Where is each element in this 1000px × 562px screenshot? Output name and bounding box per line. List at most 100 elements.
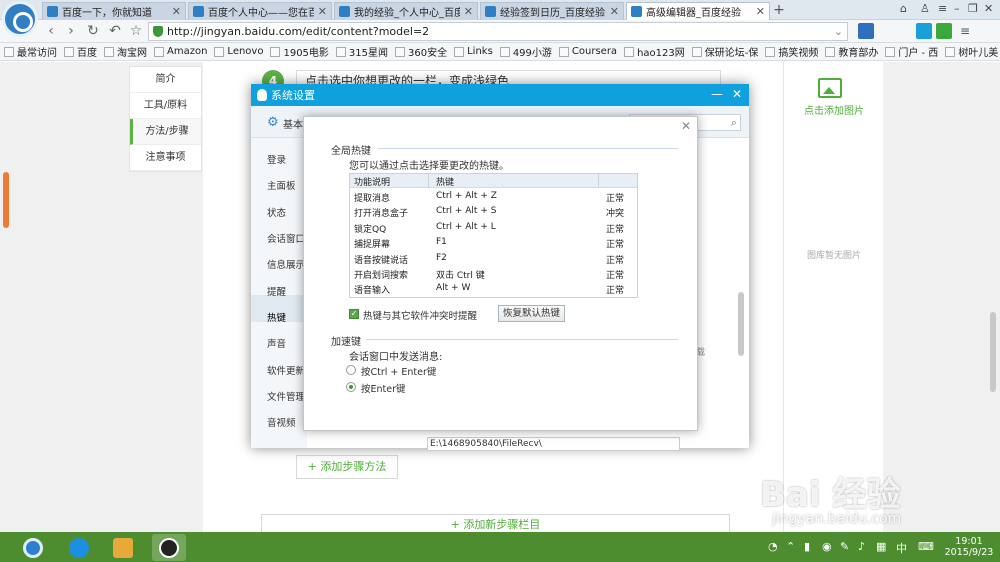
url-text[interactable]: http://jingyan.baidu.com/edit/content?mo… [167, 25, 830, 38]
hotkey-row[interactable]: 打开消息盒子 Ctrl + Alt + S 冲突 [350, 205, 637, 220]
taskbar-item-start[interactable] [16, 534, 50, 561]
radio-ctrl-enter[interactable] [346, 365, 356, 375]
bookmark-item[interactable]: 淘宝网 [104, 44, 147, 59]
qq-settings-scrollbar[interactable] [738, 292, 744, 356]
bookmark-item[interactable]: 保研论坛-保 [691, 44, 758, 59]
hotkey-row[interactable]: 开启划词搜索 双击 Ctrl 键 正常 [350, 267, 637, 282]
close-icon[interactable]: ✕ [681, 119, 691, 133]
tab-my-experience[interactable]: 我的经验_个人中心_百度经验 ✕ [334, 2, 478, 20]
coursera-icon [558, 46, 569, 57]
close-icon[interactable]: ✕ [756, 5, 765, 18]
sidebar-item-login[interactable]: 登录 [267, 152, 286, 166]
sidebar-item-info-display[interactable]: 信息展示 [267, 257, 305, 271]
bookmark-item[interactable]: Amazon [154, 46, 207, 57]
bookmark-item[interactable]: 搞笑视频 [765, 44, 818, 59]
left-scroll-indicator[interactable] [3, 172, 9, 228]
minimize-icon[interactable]: – [954, 2, 960, 15]
close-icon[interactable]: ✕ [464, 5, 473, 18]
browser-logo-icon[interactable] [2, 1, 38, 37]
bookmark-item[interactable]: 门户 - 西 [885, 44, 938, 59]
search-engine-icon[interactable] [858, 23, 874, 39]
hotkey-row[interactable]: 提取消息 Ctrl + Alt + Z 正常 [350, 190, 637, 205]
nav-intro[interactable]: 简介 [130, 67, 201, 93]
tab-baidu[interactable]: 百度一下，你就知道 ✕ [42, 2, 186, 20]
conflict-alert-checkbox[interactable]: ✓ [349, 309, 359, 319]
pen-icon[interactable]: ✎ [840, 540, 849, 553]
address-bar[interactable]: http://jingyan.baidu.com/edit/content?mo… [148, 22, 848, 41]
close-icon[interactable]: ✕ [318, 5, 327, 18]
add-step-method-button[interactable]: + 添加步骤方法 [296, 455, 398, 479]
bookmark-item[interactable]: Lenovo [214, 46, 263, 57]
bookmark-item[interactable]: 百度 [64, 44, 97, 59]
taskbar-item-browser[interactable] [62, 534, 96, 561]
wifi-icon[interactable]: ◔ [768, 540, 778, 553]
restore-icon[interactable]: ❐ [968, 2, 978, 15]
battery-icon[interactable]: ▮ [804, 540, 810, 553]
taskbar-clock[interactable]: 19:01 2015/9/23 [944, 536, 994, 558]
restore-tab-icon[interactable]: ↶ [106, 22, 124, 40]
basic-settings-tab[interactable]: 基本 [283, 116, 303, 131]
nav-steps[interactable]: 方法/步骤 [130, 119, 201, 145]
bookmark-item[interactable]: 最常访问 [4, 44, 57, 59]
home-icon[interactable]: ⌂ [900, 2, 907, 15]
minimize-icon[interactable]: — [711, 87, 723, 101]
hotkey-row[interactable]: 语音输入 Alt + W 正常 [350, 282, 637, 297]
forward-arrow-icon[interactable]: › [62, 22, 80, 40]
share-icon[interactable] [916, 23, 932, 39]
tray-expand-icon[interactable]: ⌃ [786, 540, 795, 553]
nav-tools[interactable]: 工具/原料 [130, 93, 201, 119]
keyboard-icon[interactable]: ⌨ [918, 540, 934, 553]
security-icon[interactable]: ◉ [822, 540, 832, 553]
menu-icon[interactable]: ≡ [938, 2, 947, 15]
bookmark-item[interactable]: 树叶儿美 [945, 44, 998, 59]
new-tab-button[interactable]: + [770, 3, 788, 19]
sidebar-item-hotkey[interactable]: 热键 [267, 310, 286, 324]
radio-enter[interactable] [346, 382, 356, 392]
star-icon[interactable]: ☆ [127, 22, 145, 40]
hotkey-row[interactable]: 语音按键说话 F2 正常 [350, 252, 637, 267]
page-scrollbar[interactable] [990, 312, 996, 392]
add-image-icon[interactable] [818, 78, 842, 98]
close-icon[interactable]: ✕ [610, 5, 619, 18]
refresh-icon[interactable]: ↻ [84, 22, 102, 40]
tab-personal-center[interactable]: 百度个人中心——您在百度 ✕ [188, 2, 332, 20]
tab-advanced-editor[interactable]: 高级编辑器_百度经验 ✕ [626, 2, 770, 20]
sidebar-item-file-management[interactable]: 文件管理 [267, 389, 305, 403]
taskbar-item-files[interactable] [106, 534, 140, 561]
sidebar-item-main-panel[interactable]: 主面板 [267, 178, 296, 192]
sidebar-item-software-update[interactable]: 软件更新 [267, 363, 305, 377]
close-icon[interactable]: ✕ [732, 87, 742, 101]
network-icon[interactable]: ▦ [876, 540, 886, 553]
bookmark-item[interactable]: Links [454, 46, 493, 57]
restore-default-hotkeys-button[interactable]: 恢复默认热键 [498, 305, 565, 322]
bookmark-item[interactable]: Coursera [558, 46, 617, 57]
bookmark-item[interactable]: 教育部办 [825, 44, 878, 59]
search-icon[interactable]: ⌕ [731, 116, 737, 130]
hotkey-row[interactable]: 锁定QQ Ctrl + Alt + L 正常 [350, 221, 637, 236]
extension-icon[interactable] [936, 23, 952, 39]
sidebar-item-sound[interactable]: 声音 [267, 336, 286, 350]
user-icon[interactable]: ♙ [920, 2, 930, 15]
bookmark-item[interactable]: 499小游 [499, 44, 552, 59]
sidebar-item-reminder[interactable]: 提醒 [267, 284, 286, 298]
sidebar-item-audio-video[interactable]: 音视频 [267, 415, 296, 429]
bookmark-item[interactable]: 1905电影 [270, 44, 329, 59]
close-icon[interactable]: ✕ [172, 5, 181, 18]
bookmark-item[interactable]: 315星闻 [335, 44, 388, 59]
hotkey-row[interactable]: 捕捉屏幕 F1 正常 [350, 236, 637, 251]
nav-notes[interactable]: 注意事项 [130, 145, 201, 171]
sidebar-item-status[interactable]: 状态 [267, 205, 286, 219]
menu-lines-icon[interactable]: ≡ [960, 23, 976, 39]
speaker-icon[interactable]: ♪ [858, 540, 865, 553]
close-window-icon[interactable]: ✕ [984, 2, 993, 15]
ime-indicator[interactable]: 中 [896, 540, 907, 556]
tab-checkin-calendar[interactable]: 经验签到日历_百度经验 ✕ [480, 2, 624, 20]
taskbar-item-qq[interactable] [152, 534, 186, 561]
file-receive-path-field[interactable]: E:\1468905840\FileRecv\ [427, 437, 680, 451]
bookmark-item[interactable]: hao123网 [624, 44, 685, 59]
back-arrow-icon[interactable]: ‹ [42, 22, 60, 40]
dropdown-icon[interactable]: ⌄ [834, 25, 847, 38]
sidebar-item-chat-window[interactable]: 会话窗口 [267, 231, 305, 245]
add-image-link[interactable]: 点击添加图片 [784, 102, 884, 117]
bookmark-item[interactable]: 360安全 [395, 44, 447, 59]
